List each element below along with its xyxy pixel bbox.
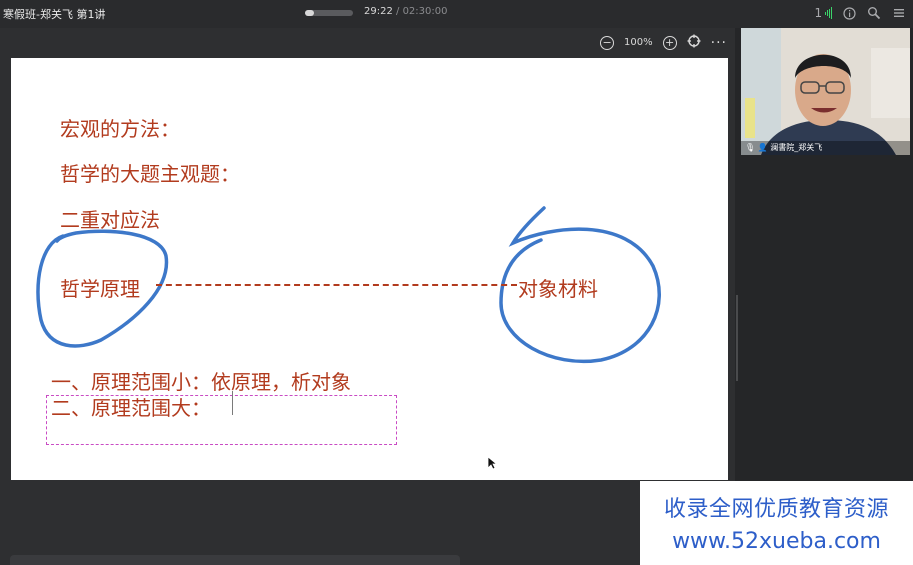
watermark-line2: www.52xueba.com [672,529,881,554]
current-time: 29:22 [364,6,393,17]
more-icon[interactable]: ··· [711,35,727,51]
text-caret [232,391,233,415]
mic-icon: 🎙 [745,143,756,152]
zoom-toolbar: − 100% + ··· [600,34,727,51]
teacher-avatar [741,28,910,155]
signal-label: 1 [814,6,823,20]
total-time: 02:30:00 [402,6,448,17]
bottom-control-strip [10,555,460,565]
tools-icon[interactable] [866,5,882,21]
zoom-level: 100% [624,37,653,48]
time-separator: / [392,6,403,17]
title-bar: 寒假班-郑关飞 第1讲 29:22 / 02:30:00 1 [0,0,913,28]
subjective-question-line: 哲学的大题主观题： [60,162,240,186]
zoom-out-icon[interactable]: − [600,35,615,50]
scope-small-line[interactable]: 一、原理范围小：依原理，析对象 [51,366,351,395]
panel-scrollbar[interactable] [736,295,738,381]
watermark-overlay: 收录全网优质教育资源 www.52xueba.com [640,481,913,565]
menu-icon[interactable] [891,5,907,21]
fit-icon[interactable] [687,34,701,51]
philosophy-principle-label: 哲学原理 [60,277,140,301]
course-title: 寒假班-郑关飞 第1讲 [3,8,106,21]
signal-icon: 1 [814,5,832,21]
user-icon: 👤 [757,143,768,152]
webcam-name: 澜書院_郑关飞 [770,143,823,152]
slide-area: − 100% + ··· 宏观的方法： 哲学的大题主观题： 二重对应法 哲学原理… [0,28,735,565]
playback-progress[interactable] [305,10,353,16]
webcam-label: 🎙 👤 澜書院_郑关飞 [741,141,910,155]
watermark-line1: 收录全网优质教育资源 [663,497,889,522]
zoom-in-icon[interactable]: + [662,35,677,50]
dual-correspondence-line: 二重对应法 [60,208,160,232]
object-material-label: 对象材料 [518,277,598,301]
webcam-video[interactable]: 🎙 👤 澜書院_郑关飞 [741,28,910,155]
dashed-connector [156,284,517,286]
cursor-icon [487,456,497,470]
info-icon[interactable] [841,5,857,21]
playback-progress-fill [305,10,315,16]
scope-large-line[interactable]: 二、原理范围大： [51,392,211,421]
macro-method-line: 宏观的方法： [60,117,180,141]
playback-time: 29:22 / 02:30:00 [364,6,447,17]
slide-canvas: 宏观的方法： 哲学的大题主观题： 二重对应法 哲学原理 对象材料 一、原理范围小… [11,58,728,480]
